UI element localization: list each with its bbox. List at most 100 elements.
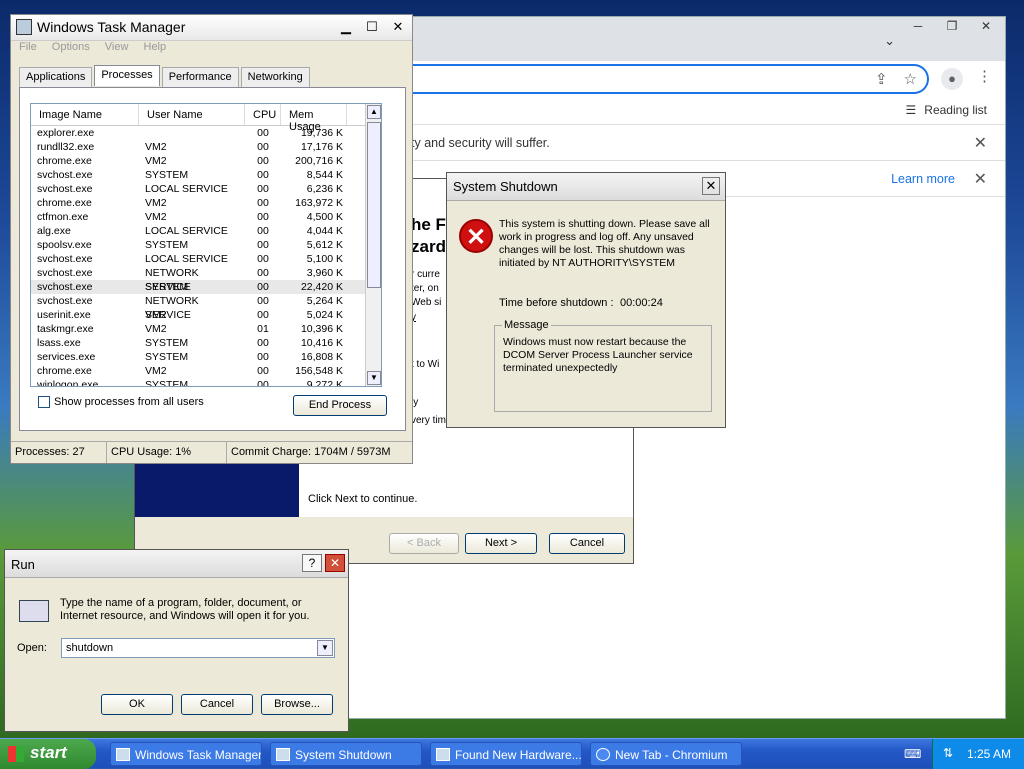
maximize-button[interactable]: ☐: [362, 18, 382, 36]
menu-file[interactable]: File: [19, 41, 37, 53]
restore-button[interactable]: ❐: [941, 19, 963, 35]
cell-user-name: LOCAL SERVICE: [145, 225, 228, 237]
cell-mem-usage: 17,176 K: [300, 141, 343, 153]
tab-applications[interactable]: Applications: [19, 67, 93, 88]
cell-mem-usage: 6,236 K: [306, 183, 343, 195]
tab-performance[interactable]: Performance: [161, 67, 239, 88]
browse-button[interactable]: Browse...: [261, 694, 333, 715]
cell-image-name: svchost.exe: [37, 295, 93, 307]
table-row[interactable]: svchost.exe LOCAL SERVICE 00 6,236 K: [31, 182, 381, 196]
table-row[interactable]: services.exe SYSTEM 00 16,808 K: [31, 350, 381, 364]
cell-image-name: svchost.exe: [37, 267, 93, 279]
table-row[interactable]: rundll32.exe VM2 00 17,176 K: [31, 140, 381, 154]
open-combobox[interactable]: shutdown ▼: [61, 638, 335, 658]
cancel-button[interactable]: Cancel: [181, 694, 253, 715]
keyboard-icon[interactable]: ⌨: [904, 747, 921, 761]
table-row[interactable]: alg.exe LOCAL SERVICE 00 4,044 K: [31, 224, 381, 238]
scroll-thumb[interactable]: [367, 122, 381, 288]
profile-avatar-icon[interactable]: ●: [941, 68, 963, 90]
wizard-text-frag: very tim: [411, 415, 446, 426]
table-row[interactable]: winlogon.exe SYSTEM 00 9,272 K: [31, 378, 381, 387]
task-manager-tabs: Applications Processes Performance Netwo…: [19, 65, 312, 88]
cell-user-name: SYSTEM: [145, 239, 189, 251]
menu-view[interactable]: View: [105, 41, 129, 53]
cell-image-name: winlogon.exe: [37, 379, 99, 387]
column-user-name[interactable]: User Name: [139, 104, 245, 125]
scroll-down-icon[interactable]: ▼: [367, 371, 381, 385]
table-row[interactable]: svchost.exe SYSTEM 00 8,544 K: [31, 168, 381, 182]
close-button[interactable]: ✕: [388, 18, 408, 36]
tab-networking[interactable]: Networking: [240, 67, 310, 88]
table-row[interactable]: chrome.exe VM2 00 163,972 K: [31, 196, 381, 210]
column-image-name[interactable]: Image Name: [31, 104, 139, 125]
process-list-header: Image Name User Name CPU Mem Usage: [31, 104, 381, 133]
show-all-processes-checkbox[interactable]: Show processes from all users: [38, 396, 204, 408]
cell-mem-usage: 10,416 K: [300, 337, 343, 349]
menu-options[interactable]: Options: [52, 41, 90, 53]
table-row[interactable]: svchost.exe LOCAL SERVICE 00 5,100 K: [31, 252, 381, 266]
table-row[interactable]: lsass.exe SYSTEM 00 10,416 K: [31, 336, 381, 350]
process-rows: explorer.exe 00 19,736 K rundll32.exe VM2 00 1…: [31, 126, 381, 387]
start-button[interactable]: start: [0, 739, 96, 769]
table-row[interactable]: chrome.exe VM2 00 200,716 K: [31, 154, 381, 168]
wizard-cancel-button[interactable]: Cancel: [549, 533, 625, 554]
tab-processes[interactable]: Processes: [94, 65, 160, 86]
help-button[interactable]: ?: [302, 554, 322, 572]
ok-button[interactable]: OK: [101, 694, 173, 715]
cell-cpu: 00: [257, 183, 269, 195]
back-button[interactable]: < Back: [389, 533, 459, 554]
table-row[interactable]: chrome.exe VM2 00 156,548 K: [31, 364, 381, 378]
taskbar-task-manager[interactable]: Windows Task Manager: [110, 742, 262, 766]
bookmark-star-icon[interactable]: ☆: [904, 70, 917, 88]
minimize-button[interactable]: ─: [907, 19, 929, 35]
network-icon[interactable]: ⇅: [943, 746, 953, 760]
taskbar-system-shutdown[interactable]: System Shutdown: [270, 742, 422, 766]
menu-help[interactable]: Help: [144, 41, 167, 53]
shutdown-title: System Shutdown: [453, 179, 558, 194]
taskbar-found-new-hardware[interactable]: Found New Hardware...: [430, 742, 582, 766]
cell-cpu: 00: [257, 295, 269, 307]
column-cpu[interactable]: CPU: [245, 104, 281, 125]
next-button[interactable]: Next >: [465, 533, 537, 554]
minimize-button[interactable]: ▁: [336, 18, 356, 36]
cell-user-name: VM2: [145, 141, 167, 153]
cell-user-name: VM2: [145, 309, 167, 321]
table-row[interactable]: svchost.exe SYSTEM 00 22,420 K: [31, 280, 381, 294]
table-row[interactable]: svchost.exe NETWORK SERVICE 00 5,264 K: [31, 294, 381, 321]
learn-more-link[interactable]: Learn more: [891, 172, 955, 186]
process-list-scrollbar[interactable]: ▲ ▼: [365, 104, 381, 386]
column-mem-usage[interactable]: Mem Usage: [281, 104, 347, 133]
run-title: Run: [11, 557, 35, 572]
cell-mem-usage: 163,972 K: [295, 197, 343, 209]
wizard-button-row: < Back Next > Cancel: [389, 533, 625, 554]
tab-search-chevron-icon[interactable]: ⌄: [884, 33, 895, 49]
reading-list-button[interactable]: ☰ Reading list: [906, 103, 987, 117]
scroll-up-icon[interactable]: ▲: [367, 105, 381, 119]
cell-image-name: lsass.exe: [37, 337, 81, 349]
taskbar-chromium[interactable]: New Tab - Chromium: [590, 742, 742, 766]
more-menu-icon[interactable]: ⋮: [977, 67, 992, 85]
task-manager-title: Windows Task Manager: [37, 19, 186, 35]
checkbox-icon[interactable]: [38, 396, 50, 408]
close-button[interactable]: ✕: [325, 554, 345, 572]
cell-image-name: explorer.exe: [37, 127, 95, 139]
share-icon[interactable]: ⇪: [875, 70, 888, 88]
cell-image-name: userinit.exe: [37, 309, 91, 321]
time-before-shutdown-value: 00:00:24: [620, 297, 663, 309]
cell-image-name: svchost.exe: [37, 253, 93, 265]
open-input[interactable]: shutdown: [66, 642, 113, 654]
table-row[interactable]: ctfmon.exe VM2 00 4,500 K: [31, 210, 381, 224]
close-button[interactable]: ✕: [975, 19, 997, 35]
chevron-down-icon[interactable]: ▼: [317, 640, 333, 656]
close-button[interactable]: ✕: [702, 177, 720, 195]
table-row[interactable]: explorer.exe 00 19,736 K: [31, 126, 381, 140]
table-row[interactable]: userinit.exe VM2 00 5,024 K: [31, 308, 381, 322]
cell-user-name: SYSTEM: [145, 351, 189, 363]
table-row[interactable]: spoolsv.exe SYSTEM 00 5,612 K: [31, 238, 381, 252]
address-bar[interactable]: ⇪ ☆: [413, 64, 929, 94]
table-row[interactable]: taskmgr.exe VM2 01 10,396 K: [31, 322, 381, 336]
infobar2-close-icon[interactable]: ✕: [974, 169, 987, 189]
table-row[interactable]: svchost.exe NETWORK SERVICE 00 3,960 K: [31, 266, 381, 293]
infobar-close-icon[interactable]: ✕: [974, 133, 987, 153]
end-process-button[interactable]: End Process: [293, 395, 387, 416]
